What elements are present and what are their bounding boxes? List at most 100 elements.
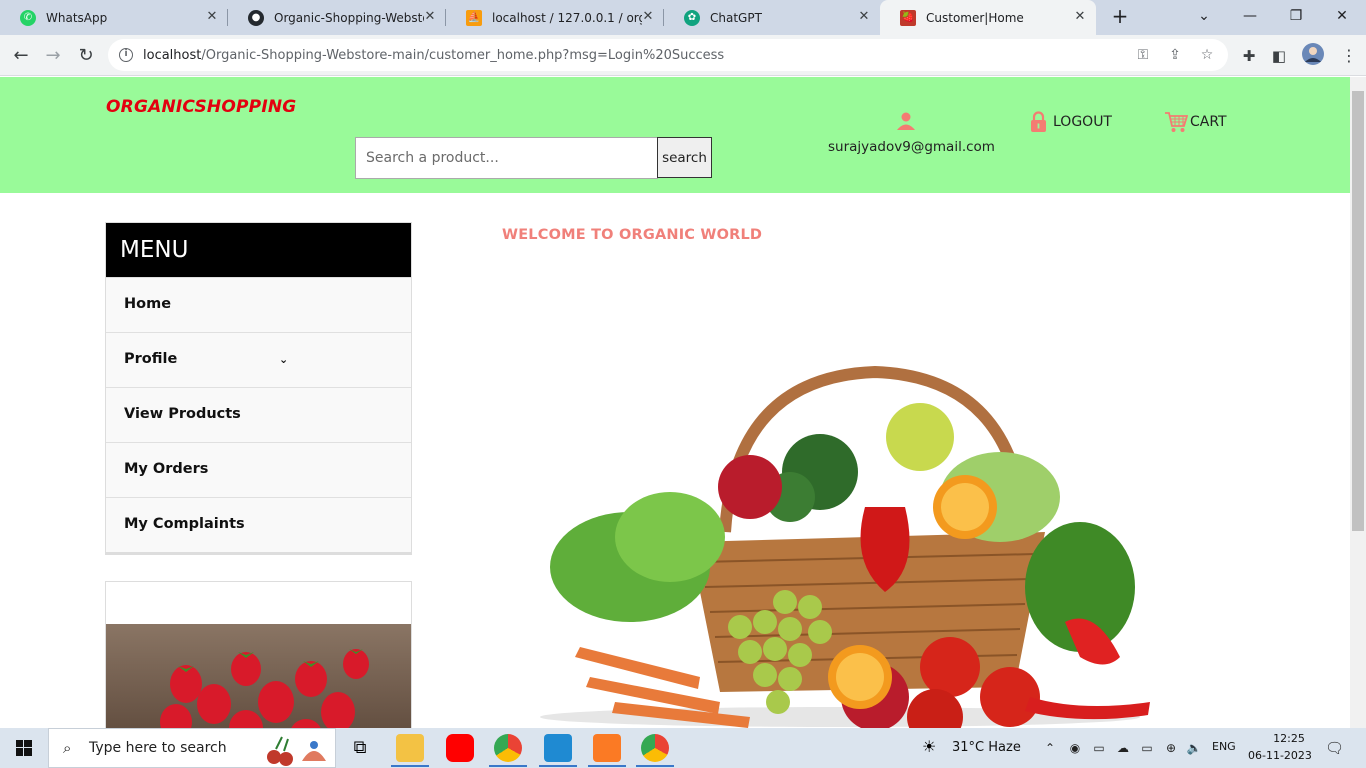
page-scrollbar[interactable] — [1350, 77, 1366, 728]
sidebar-menu: MENU Home Profile ⌄ View Products My Orde… — [105, 222, 412, 555]
browser-tab-strip: ✆ WhatsApp ✕ ● Organic-Shopping-Webstore… — [0, 0, 1366, 35]
taskbar-search-box[interactable]: ⌕ Type here to search — [48, 728, 336, 768]
taskbar-search-placeholder: Type here to search — [89, 740, 227, 756]
clock-time[interactable]: 12:25 — [1264, 732, 1314, 745]
strawberry-icon: 🍓 — [900, 9, 916, 26]
minimize-button[interactable]: — — [1228, 4, 1272, 28]
youtube-icon[interactable] — [446, 734, 474, 762]
site-brand-logo[interactable]: ORGANICSHOPPING — [106, 97, 296, 117]
bookmark-star-icon[interactable]: ☆ — [1198, 46, 1216, 64]
close-icon[interactable]: ✕ — [204, 9, 220, 25]
tab-title: Organic-Shopping-Webstore — [274, 10, 424, 25]
url-text: localhost/Organic-Shopping-Webstore-main… — [143, 48, 724, 63]
welcome-heading: WELCOME TO ORGANIC WORLD — [502, 227, 763, 243]
chrome-icon[interactable] — [494, 734, 522, 762]
profile-avatar[interactable] — [1300, 43, 1326, 69]
close-icon[interactable]: ✕ — [640, 9, 656, 25]
menu-divider — [106, 552, 411, 554]
sidebar-item-label: My Orders — [124, 461, 209, 477]
url-host: localhost — [143, 47, 202, 63]
running-indicator — [391, 765, 429, 767]
user-icon — [897, 112, 915, 130]
forward-arrow-icon[interactable]: → — [40, 43, 66, 69]
address-bar[interactable]: i localhost/Organic-Shopping-Webstore-ma… — [108, 39, 1228, 71]
extensions-icon[interactable]: ✚ — [1236, 43, 1262, 69]
record-icon[interactable]: ◉ — [1067, 740, 1083, 756]
strawberries-image — [106, 624, 411, 728]
side-panel-icon[interactable]: ◧ — [1266, 43, 1292, 69]
search-button[interactable]: search — [657, 137, 712, 178]
vscode-icon[interactable] — [544, 734, 572, 762]
chevron-up-icon[interactable]: ⌃ — [1042, 740, 1058, 756]
sidebar-item-view-products[interactable]: View Products — [106, 387, 411, 442]
tab-github[interactable]: ● Organic-Shopping-Webstore ✕ — [228, 0, 446, 35]
weather-icon[interactable]: ☀ — [922, 737, 936, 756]
whatsapp-icon: ✆ — [20, 9, 36, 26]
language-indicator[interactable]: ENG — [1212, 740, 1236, 753]
clock-date[interactable]: 06-11-2023 — [1248, 749, 1312, 762]
new-tab-button[interactable]: + — [1098, 4, 1142, 28]
avatar-image — [1302, 43, 1324, 65]
close-icon[interactable]: ✕ — [1072, 9, 1088, 25]
url-path: /Organic-Shopping-Webstore-main/customer… — [201, 47, 725, 63]
scrollbar-thumb[interactable] — [1352, 91, 1364, 531]
battery-icon[interactable]: ▭ — [1139, 740, 1155, 756]
running-indicator — [636, 765, 674, 767]
github-icon: ● — [248, 9, 264, 26]
weather-text[interactable]: 31°C Haze — [952, 740, 1021, 755]
user-email: surajyadov9@gmail.com — [828, 139, 995, 155]
windows-start-icon[interactable] — [0, 728, 48, 768]
chrome-profile-icon[interactable] — [641, 734, 669, 762]
notification-icon[interactable]: 🗨 — [1325, 740, 1344, 756]
tab-search-icon[interactable]: ⌄ — [1182, 4, 1226, 28]
site-header: ORGANICSHOPPING search surajyadov9@gmail… — [0, 77, 1350, 193]
site-info-icon[interactable]: i — [119, 48, 133, 62]
sidebar-item-label: View Products — [124, 406, 241, 422]
tab-customer-home[interactable]: 🍓 Customer|Home ✕ — [880, 0, 1096, 35]
reload-icon[interactable]: ↻ — [73, 43, 99, 69]
tab-title: localhost / 127.0.0.1 / organ — [492, 10, 642, 25]
kebab-menu-icon[interactable]: ⋮ — [1336, 43, 1362, 69]
sidebar-item-my-complaints[interactable]: My Complaints — [106, 497, 411, 552]
product-search-input[interactable] — [355, 137, 658, 179]
meet-icon[interactable]: ▭ — [1091, 740, 1107, 756]
tab-whatsapp[interactable]: ✆ WhatsApp ✕ — [0, 0, 228, 35]
sidebar-item-label: Home — [124, 296, 172, 312]
back-arrow-icon[interactable]: ← — [8, 43, 34, 69]
chatgpt-icon: ✿ — [684, 9, 700, 26]
sidebar-item-my-orders[interactable]: My Orders — [106, 442, 411, 497]
shopping-cart-icon[interactable] — [1164, 111, 1188, 133]
task-view-icon[interactable]: ⧉ — [346, 734, 374, 762]
volume-icon[interactable]: 🔈 — [1186, 740, 1202, 756]
sidebar-item-label: Profile — [124, 351, 178, 367]
close-icon[interactable]: ✕ — [422, 9, 438, 25]
phpmyadmin-icon: ⛵ — [466, 9, 482, 26]
tab-chatgpt[interactable]: ✿ ChatGPT ✕ — [664, 0, 880, 35]
share-icon[interactable]: ⇪ — [1166, 46, 1184, 64]
xampp-icon[interactable] — [593, 734, 621, 762]
key-icon[interactable]: ⚿ — [1134, 46, 1152, 64]
running-indicator — [489, 765, 527, 767]
window-close-button[interactable]: ✕ — [1320, 4, 1364, 28]
tab-title: WhatsApp — [46, 10, 108, 25]
cart-link[interactable]: CART — [1190, 114, 1227, 130]
lock-icon[interactable] — [1030, 111, 1047, 132]
sidebar-item-home[interactable]: Home — [106, 277, 411, 332]
chevron-down-icon[interactable]: ⌄ — [279, 333, 288, 386]
file-explorer-icon[interactable] — [396, 734, 424, 762]
tab-title: ChatGPT — [710, 10, 762, 25]
vegetable-basket-image — [540, 365, 1150, 728]
running-indicator — [539, 765, 577, 767]
tab-phpmyadmin[interactable]: ⛵ localhost / 127.0.0.1 / organ ✕ — [446, 0, 664, 35]
promo-card — [105, 581, 412, 728]
menu-title: MENU — [106, 223, 411, 277]
tab-title: Customer|Home — [926, 10, 1024, 25]
web-page: ORGANICSHOPPING search surajyadov9@gmail… — [0, 77, 1350, 728]
logout-link[interactable]: LOGOUT — [1053, 114, 1112, 130]
sidebar-item-profile[interactable]: Profile ⌄ — [106, 332, 411, 387]
network-icon[interactable]: ⊕ — [1163, 740, 1179, 756]
restore-button[interactable]: ❐ — [1274, 4, 1318, 28]
cloud-off-icon[interactable]: ☁ — [1115, 740, 1131, 756]
search-highlight-image — [267, 736, 326, 766]
close-icon[interactable]: ✕ — [856, 9, 872, 25]
